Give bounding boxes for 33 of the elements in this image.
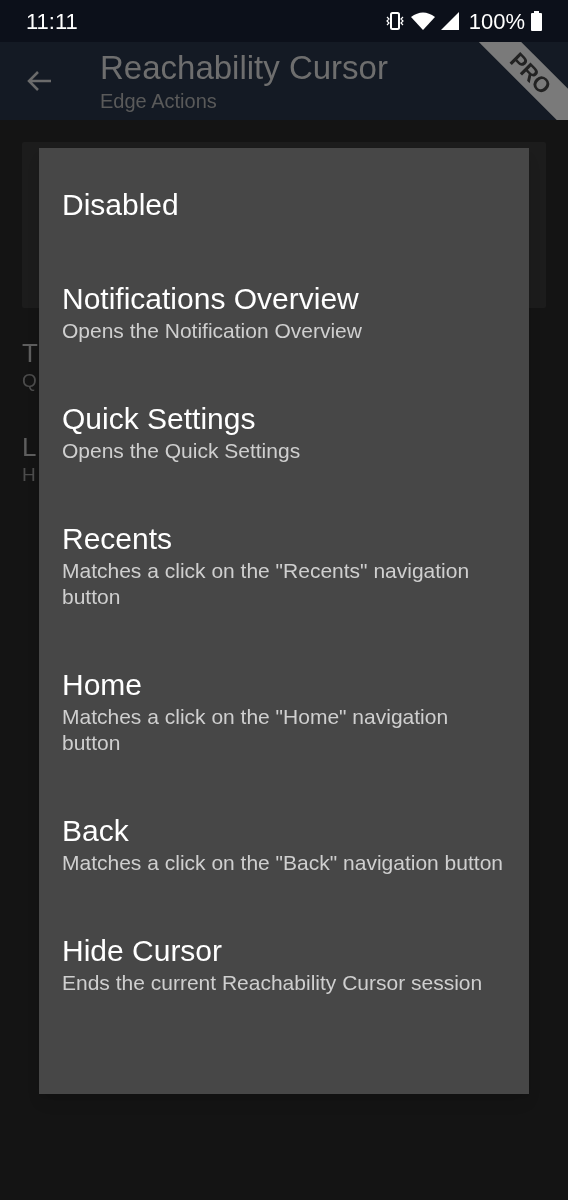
option-title: Disabled — [62, 187, 180, 223]
battery-percent: 100% — [468, 7, 525, 36]
option-description: Matches a click on the "Back" navigation button — [62, 850, 504, 876]
status-time: 11:11 — [26, 7, 78, 36]
setting-title: T — [22, 338, 38, 368]
option-title: Back — [62, 813, 130, 849]
option-item[interactable]: Quick Settings Opens the Quick Settings — [39, 372, 529, 492]
back-arrow-icon[interactable] — [26, 70, 52, 92]
option-description: Matches a click on the "Home" navigation button — [62, 704, 450, 756]
option-title: Recents — [62, 521, 174, 557]
option-item[interactable]: Disabled — [39, 158, 529, 252]
option-description: Opens the Notification Overview — [62, 318, 363, 344]
option-description: Matches a click on the "Recents" navigation button — [62, 558, 471, 610]
option-title: Hide Cursor — [62, 933, 224, 969]
option-title: Notifications Overview — [62, 281, 360, 317]
option-item[interactable]: Recents Matches a click on the "Recents" navigation button — [39, 492, 529, 638]
option-description: Opens the Quick Settings — [62, 438, 302, 464]
option-title: Quick Settings — [62, 401, 257, 437]
option-item[interactable]: Back Matches a click on the "Back" navigation button — [39, 784, 529, 904]
vibrate-icon — [384, 11, 405, 31]
option-item[interactable]: Notifications Overview Opens the Notification Overview — [39, 252, 529, 372]
option-title: Home — [62, 667, 144, 703]
battery-icon — [531, 11, 542, 31]
setting-subtitle: Q — [22, 369, 37, 393]
option-item[interactable]: Hide Cursor Ends the current Reachability Cursor session — [39, 904, 529, 1024]
option-description: Ends the current Reachability Cursor session — [62, 970, 484, 996]
app-title: Reachability Cursor — [100, 48, 388, 88]
signal-icon — [440, 12, 459, 30]
setting-title: L — [22, 432, 37, 462]
app-subtitle: Edge Actions — [100, 89, 218, 114]
wifi-icon — [410, 12, 435, 30]
option-item[interactable]: Home Matches a click on the "Home" navigation button — [39, 638, 529, 784]
setting-subtitle: H — [22, 463, 36, 487]
